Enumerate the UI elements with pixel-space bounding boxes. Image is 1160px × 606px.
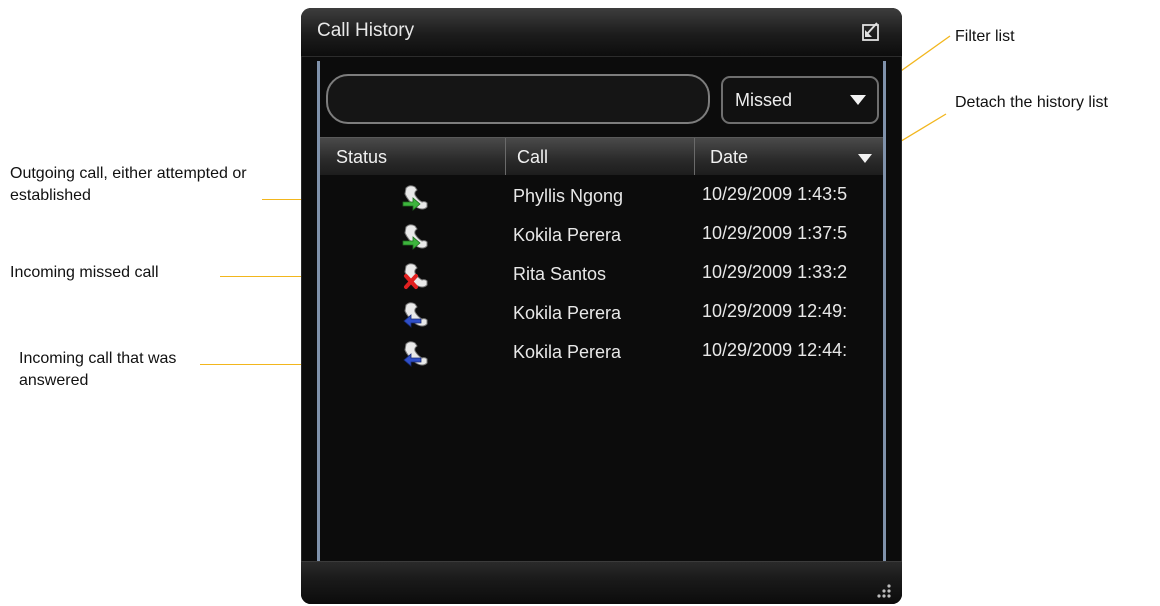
outgoing-call-icon (400, 182, 430, 212)
list-header: Status Call Date (320, 137, 883, 175)
caller-name: Kokila Perera (513, 225, 622, 245)
call-date: 10/29/2009 1:33:2 (702, 262, 848, 282)
caller-name: Kokila Perera (513, 303, 622, 323)
caller-name: Rita Santos (513, 264, 607, 284)
status-bar (301, 561, 902, 604)
column-header-date[interactable]: Date (710, 138, 748, 175)
list-item[interactable]: Kokila Perera 10/29/2009 12:44: (320, 334, 883, 374)
title-bar: Call History (301, 8, 902, 57)
search-input[interactable] (326, 74, 710, 124)
annotation-answered: Incoming call that was answered (19, 350, 177, 389)
detach-window-icon[interactable] (861, 22, 881, 42)
column-divider[interactable] (505, 138, 506, 175)
incoming-call-icon (400, 299, 430, 329)
filter-dropdown[interactable]: Missed (721, 76, 879, 124)
list-item[interactable]: Rita Santos 10/29/2009 1:33:2 (320, 256, 883, 296)
column-divider[interactable] (694, 138, 695, 175)
call-history-window: Call History Missed Status Call Date Phy… (301, 8, 902, 604)
incoming-call-icon (400, 338, 430, 368)
outgoing-call-icon (400, 221, 430, 251)
column-header-call[interactable]: Call (517, 138, 548, 175)
call-date: 10/29/2009 1:37:5 (702, 223, 848, 243)
call-date: 10/29/2009 12:49: (702, 301, 848, 321)
sort-descending-icon[interactable] (858, 151, 872, 169)
annotation-filter: Filter list (955, 28, 1015, 45)
resize-grip-icon[interactable] (871, 582, 893, 604)
chevron-down-icon (849, 93, 867, 112)
list-item[interactable]: Phyllis Ngong 10/29/2009 1:43:5 (320, 178, 883, 218)
annotation-missed: Incoming missed call (10, 264, 159, 281)
list-item[interactable]: Kokila Perera 10/29/2009 12:49: (320, 295, 883, 335)
filter-selected-value: Missed (735, 90, 793, 110)
call-date: 10/29/2009 12:44: (702, 340, 848, 360)
annotation-outgoing: Outgoing call, either attempted or estab… (10, 165, 247, 204)
list-item[interactable]: Kokila Perera 10/29/2009 1:37:5 (320, 217, 883, 257)
caller-name: Phyllis Ngong (513, 186, 624, 206)
missed-call-icon (400, 260, 430, 290)
caller-name: Kokila Perera (513, 342, 622, 362)
call-date: 10/29/2009 1:43:5 (702, 184, 848, 204)
window-title: Call History (317, 20, 415, 41)
annotation-detach: Detach the history list (955, 94, 1108, 111)
column-header-status[interactable]: Status (336, 138, 387, 175)
